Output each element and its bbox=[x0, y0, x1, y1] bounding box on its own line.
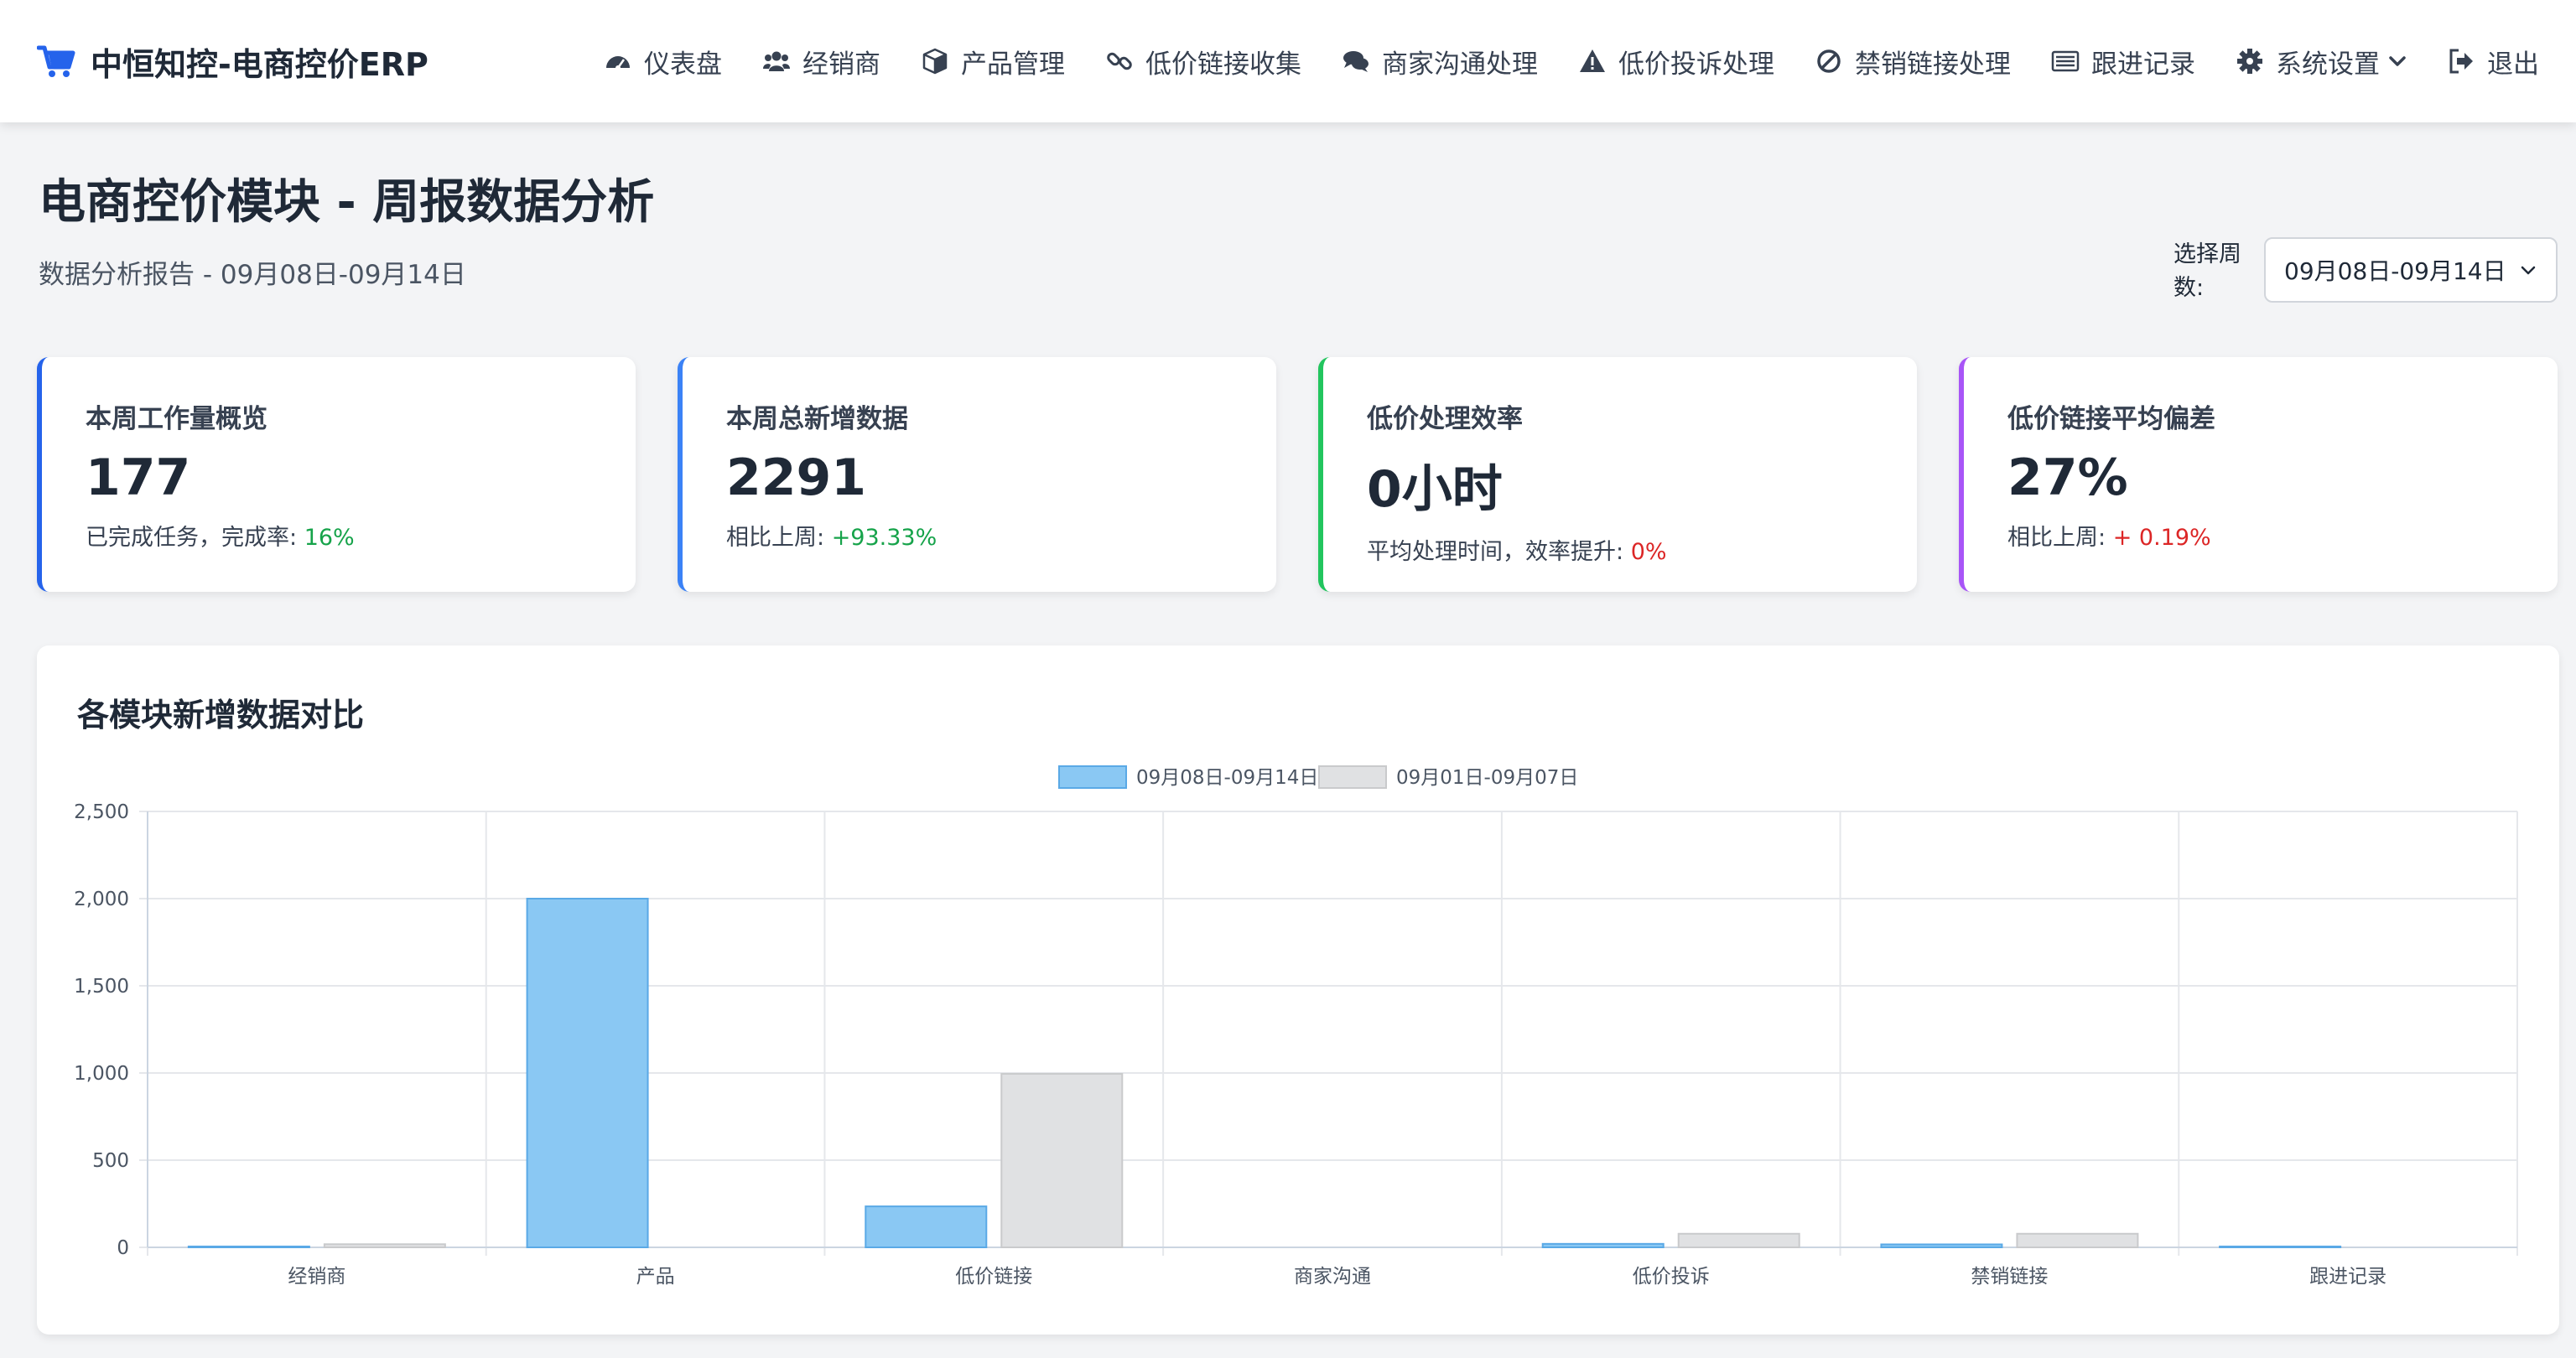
x-tick-label: 商家沟通 bbox=[1294, 1266, 1371, 1288]
card-value: 27% bbox=[2007, 448, 2128, 507]
ban-icon bbox=[1817, 49, 1841, 73]
card-subtext: 已完成任务，完成率: 16% bbox=[86, 519, 636, 552]
bar-previous-week bbox=[1677, 1232, 1800, 1249]
chart-panel: 各模块新增数据对比 0 500 1,000 1,500 2,000 2,500 经销商 产品低… bbox=[37, 645, 2559, 1335]
legend-label: 09月08日-09月14日 bbox=[1136, 767, 1318, 789]
card-label: 低价处理效率 bbox=[1367, 404, 1523, 434]
brand[interactable]: 中恒知控-电商控价ERP bbox=[37, 39, 428, 85]
bar-current-week bbox=[1880, 1243, 2003, 1248]
nav-label: 跟进记录 bbox=[2091, 49, 2195, 80]
y-tick-label: 500 bbox=[92, 1150, 129, 1172]
page-title: 电商控价模块 - 周报数据分析 bbox=[39, 175, 655, 230]
week-select[interactable]: 09月08日-09月14日 bbox=[2264, 237, 2558, 303]
bar-chart: 0 500 1,000 1,500 2,000 2,500 经销商 产品 低价链接 商家沟通 低价投… bbox=[74, 765, 2518, 1288]
warning-icon bbox=[1580, 49, 1605, 72]
nav-item-system-settings[interactable]: 系统设置 bbox=[2236, 43, 2407, 80]
card-sub-value: + 0.19% bbox=[2112, 525, 2211, 551]
nav-item-follow-up-records[interactable]: 跟进记录 bbox=[2051, 43, 2195, 80]
nav-label: 经销商 bbox=[802, 49, 880, 80]
y-tick-label: 1,000 bbox=[74, 1063, 129, 1085]
card-sub-value: +93.33% bbox=[831, 525, 937, 551]
nav-label: 低价链接收集 bbox=[1145, 49, 1301, 80]
users-icon bbox=[763, 51, 790, 71]
card-label: 本周工作量概览 bbox=[86, 404, 267, 434]
nav-label: 禁销链接处理 bbox=[1855, 49, 2011, 80]
legend-swatch bbox=[1318, 765, 1387, 789]
nav-item-dealers[interactable]: 经销商 bbox=[762, 43, 880, 80]
nav-item-dashboard[interactable]: 仪表盘 bbox=[604, 43, 722, 80]
nav-label: 仪表盘 bbox=[644, 49, 722, 80]
bar-current-week bbox=[1541, 1242, 1665, 1249]
nav-item-low-price-complaints[interactable]: 低价投诉处理 bbox=[1578, 43, 1774, 80]
top-navbar: 中恒知控-电商控价ERP 仪表盘 经销商 产品管理 低价链接收集 商家沟通处理 … bbox=[0, 0, 2576, 122]
card-sub-label: 相比上周: bbox=[2007, 525, 2113, 551]
nav-item-merchant-communication[interactable]: 商家沟通处理 bbox=[1342, 43, 1538, 80]
bar-previous-week bbox=[2016, 1232, 2139, 1249]
nav-item-products[interactable]: 产品管理 bbox=[921, 43, 1065, 80]
card-value: 2291 bbox=[726, 448, 866, 507]
main-nav: 仪表盘 经销商 产品管理 低价链接收集 商家沟通处理 低价投诉处理 禁销链接处理… bbox=[604, 43, 2539, 80]
y-tick-label: 2,500 bbox=[74, 801, 129, 823]
shopping-cart-icon bbox=[37, 45, 75, 77]
y-tick-label: 0 bbox=[117, 1237, 129, 1259]
week-select-label: 选择周数: bbox=[2174, 241, 2241, 301]
legend-swatch bbox=[1058, 765, 1127, 789]
x-tick-label: 产品 bbox=[636, 1266, 675, 1288]
app-title: 中恒知控-电商控价ERP bbox=[91, 45, 428, 83]
dashboard-icon bbox=[606, 56, 630, 70]
link-icon bbox=[1107, 52, 1132, 70]
stat-card-workload: 本周工作量概览 177 已完成任务，完成率: 16% bbox=[37, 357, 636, 592]
card-label: 低价链接平均偏差 bbox=[2007, 404, 2215, 434]
card-sub-value: 16% bbox=[304, 525, 355, 551]
card-sub-label: 已完成任务，完成率: bbox=[86, 525, 304, 551]
card-sub-label: 平均处理时间，效率提升: bbox=[1367, 539, 1631, 565]
chat-icon bbox=[1343, 51, 1368, 72]
bar-previous-week bbox=[323, 1243, 446, 1248]
box-icon bbox=[922, 48, 948, 75]
card-sub-value: 0% bbox=[1630, 539, 1667, 565]
nav-item-low-price-links[interactable]: 低价链接收集 bbox=[1105, 43, 1301, 80]
gear-icon bbox=[2237, 49, 2262, 74]
stat-card-efficiency: 低价处理效率 0小时 平均处理时间，效率提升: 0% bbox=[1318, 357, 1917, 592]
nav-label: 低价投诉处理 bbox=[1618, 49, 1774, 80]
card-subtext: 相比上周: + 0.19% bbox=[2007, 519, 2558, 552]
card-sub-label: 相比上周: bbox=[726, 525, 832, 551]
card-subtext: 相比上周: +93.33% bbox=[726, 519, 1276, 552]
x-tick-label: 低价链接 bbox=[955, 1266, 1032, 1288]
nav-label: 产品管理 bbox=[961, 49, 1065, 80]
card-label: 本周总新增数据 bbox=[726, 404, 908, 434]
stat-card-new-data: 本周总新增数据 2291 相比上周: +93.33% bbox=[678, 357, 1276, 592]
nav-label: 商家沟通处理 bbox=[1382, 49, 1538, 80]
nav-label: 系统设置 bbox=[2276, 49, 2380, 80]
bar-previous-week bbox=[1000, 1073, 1124, 1249]
nav-item-logout[interactable]: 退出 bbox=[2447, 43, 2539, 80]
page-subtitle: 数据分析报告 - 09月08日-09月14日 bbox=[39, 260, 466, 290]
chevron-down-icon bbox=[2389, 56, 2406, 66]
x-tick-label: 经销商 bbox=[288, 1266, 345, 1288]
week-select-value: 09月08日-09月14日 bbox=[2284, 257, 2506, 285]
logout-icon bbox=[2449, 49, 2473, 74]
x-tick-label: 禁销链接 bbox=[1971, 1266, 2048, 1288]
y-tick-label: 1,500 bbox=[74, 976, 129, 998]
legend-label: 09月01日-09月07日 bbox=[1396, 767, 1578, 789]
card-subtext: 平均处理时间，效率提升: 0% bbox=[1367, 533, 1917, 566]
bar-current-week bbox=[865, 1205, 988, 1248]
nav-item-banned-links[interactable]: 禁销链接处理 bbox=[1815, 43, 2011, 80]
x-tick-label: 跟进记录 bbox=[2309, 1266, 2386, 1288]
nav-label: 退出 bbox=[2487, 49, 2539, 80]
card-value: 0小时 bbox=[1367, 460, 1503, 519]
chevron-down-icon bbox=[2521, 266, 2536, 275]
y-tick-label: 2,000 bbox=[74, 889, 129, 910]
card-value: 177 bbox=[86, 448, 191, 507]
bar-current-week bbox=[526, 898, 649, 1248]
stat-card-price-deviation: 低价链接平均偏差 27% 相比上周: + 0.19% bbox=[1959, 357, 2558, 592]
list-icon bbox=[2051, 50, 2080, 72]
x-tick-label: 低价投诉 bbox=[1633, 1266, 1710, 1288]
